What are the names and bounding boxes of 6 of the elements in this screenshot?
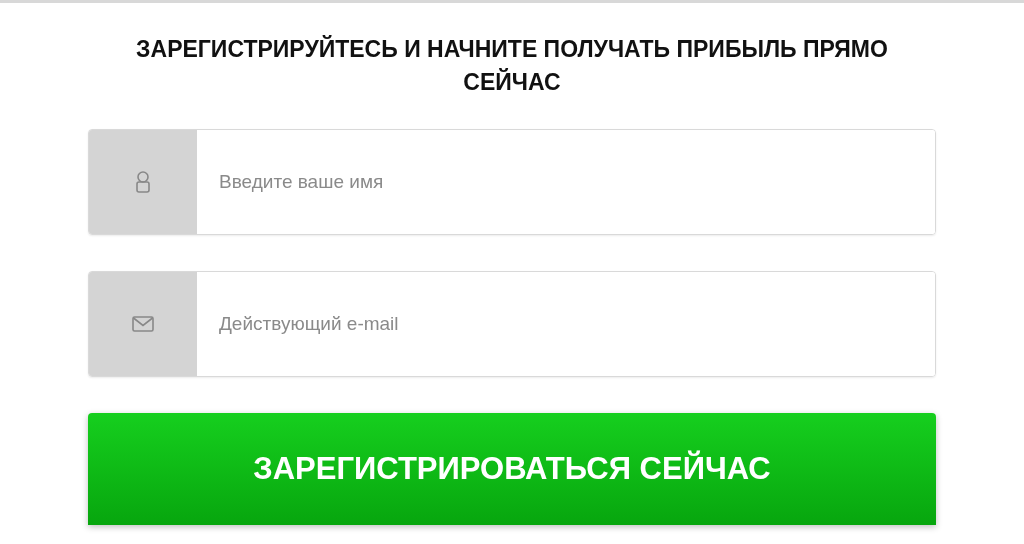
heading: ЗАРЕГИСТРИРУЙТЕСЬ И НАЧНИТЕ ПОЛУЧАТЬ ПРИБЫЛЬ ПРЯМО СЕЙЧАС	[135, 34, 889, 97]
email-field[interactable]: Действующий e-mail	[88, 271, 936, 377]
register-button[interactable]: ЗАРЕГИСТРИРОВАТЬСЯ СЕЙЧАС	[88, 413, 936, 525]
user-icon	[136, 171, 150, 193]
name-field[interactable]: Введите ваше имя	[88, 129, 936, 235]
mail-icon	[132, 316, 154, 332]
